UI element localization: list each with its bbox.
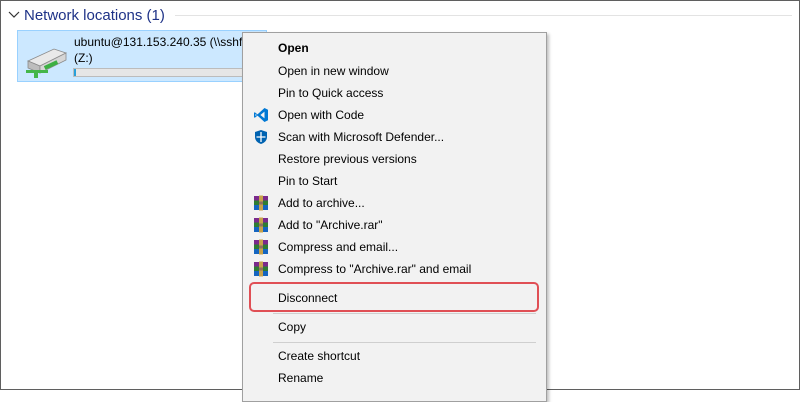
menu-item-label: Add to archive... [278,196,365,210]
chevron-down-icon[interactable] [6,7,22,23]
group-title: Network locations (1) [24,6,165,24]
network-drive-item[interactable]: ubuntu@131.153.240.35 (\\sshfs (Z:) [17,30,267,82]
menu-item-scan-defender[interactable]: Scan with Microsoft Defender... [245,126,544,148]
menu-item-restore-previous[interactable]: Restore previous versions [245,148,544,170]
menu-item-label: Rename [278,371,324,385]
menu-item-open-with-code[interactable]: Open with Code [245,104,544,126]
network-drive-icon [24,39,68,79]
explorer-window: Network locations (1) ubuntu@131.153.240… [0,0,800,402]
menu-item-label: Pin to Start [278,174,338,188]
disconnect-highlight-outline [249,282,539,312]
winrar-icon [253,195,269,211]
winrar-icon [253,261,269,277]
winrar-icon [253,239,269,255]
drive-usage-fill [74,69,76,76]
menu-item-label: Restore previous versions [278,152,417,166]
menu-item-label: Scan with Microsoft Defender... [278,130,445,144]
menu-item-open-new-window[interactable]: Open in new window [245,60,544,82]
menu-item-copy[interactable]: Copy [245,316,544,338]
menu-item-label: Add to "Archive.rar" [278,218,383,232]
drive-usage-bar [73,68,261,77]
menu-item-open[interactable]: Open [245,37,544,59]
menu-separator [273,313,536,314]
menu-item-label: Open [278,41,309,55]
menu-item-add-to-archive-rar[interactable]: Add to "Archive.rar" [245,214,544,236]
menu-item-label: Copy [278,320,307,334]
group-divider [174,14,792,16]
menu-item-pin-quick-access[interactable]: Pin to Quick access [245,82,544,104]
network-locations-group-header[interactable]: Network locations (1) [6,4,796,26]
menu-item-compress-archive-rar-email[interactable]: Compress to "Archive.rar" and email [245,258,544,280]
context-menu: Open Open in new window Pin to Quick acc… [242,32,547,402]
menu-item-add-to-archive[interactable]: Add to archive... [245,192,544,214]
menu-item-label: Pin to Quick access [278,86,384,100]
menu-item-label: Compress and email... [278,240,399,254]
menu-item-rename[interactable]: Rename [245,367,544,389]
defender-shield-icon [253,129,269,145]
menu-item-pin-start[interactable]: Pin to Start [245,170,544,192]
menu-item-label: Create shortcut [278,349,361,363]
vscode-icon [253,107,269,123]
menu-item-label: Open in new window [278,64,389,78]
menu-item-label: Compress to "Archive.rar" and email [278,262,472,276]
drive-letter: (Z:) [74,51,93,65]
menu-item-create-shortcut[interactable]: Create shortcut [245,345,544,367]
menu-separator [273,342,536,343]
drive-name: ubuntu@131.153.240.35 (\\sshfs [74,35,249,49]
menu-item-compress-email[interactable]: Compress and email... [245,236,544,258]
menu-item-label: Open with Code [278,108,365,122]
winrar-icon [253,217,269,233]
